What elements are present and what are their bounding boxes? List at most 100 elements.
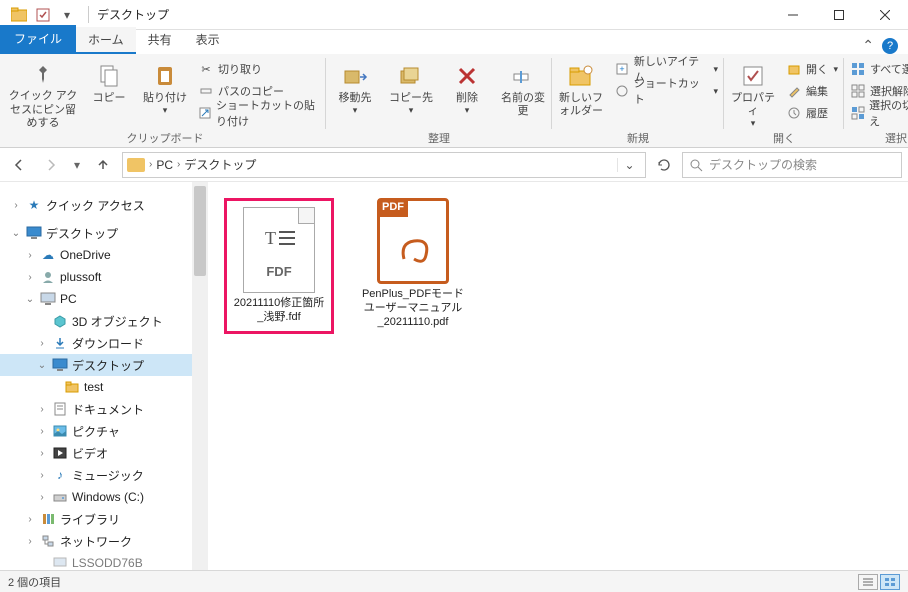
help-icon[interactable]: ? — [882, 38, 898, 54]
rename-button[interactable]: 名前の変更 — [496, 58, 550, 130]
nav-library[interactable]: ›ライブラリ — [0, 508, 208, 530]
paste-shortcut-button[interactable]: ショートカットの貼り付け — [194, 102, 324, 124]
minimize-button[interactable] — [770, 0, 816, 30]
nav-pictures[interactable]: ›ピクチャ — [0, 420, 208, 442]
pictures-icon — [52, 423, 68, 439]
nav-test[interactable]: test — [0, 376, 208, 398]
star-icon: ★ — [26, 197, 42, 213]
nav-music[interactable]: ›♪ミュージック — [0, 464, 208, 486]
maximize-button[interactable] — [816, 0, 862, 30]
video-icon — [52, 445, 68, 461]
tab-home[interactable]: ホーム — [76, 27, 136, 54]
invert-selection-icon — [850, 105, 865, 121]
drive-icon — [52, 489, 68, 505]
recent-button[interactable]: ▾ — [70, 152, 84, 178]
copy-icon — [95, 62, 123, 90]
folder-icon — [127, 158, 145, 172]
select-all-button[interactable]: すべて選択 — [846, 58, 908, 80]
nav-onedrive[interactable]: ›☁OneDrive — [0, 244, 208, 266]
ribbon-group-clipboard: クイック アクセスにピン留めする コピー 貼り付け▾ ✂切り取り パスのコピー … — [0, 54, 326, 147]
cut-button[interactable]: ✂切り取り — [194, 58, 306, 80]
pin-icon — [29, 62, 57, 88]
back-button[interactable] — [6, 152, 32, 178]
view-details-button[interactable] — [858, 574, 878, 590]
easy-access-button[interactable]: ショートカット▾ — [610, 80, 722, 102]
breadcrumb-pc[interactable]: PC — [156, 158, 173, 172]
music-icon: ♪ — [52, 467, 68, 483]
status-bar: 2 個の項目 — [0, 570, 908, 592]
refresh-button[interactable] — [652, 157, 676, 173]
nav-pc[interactable]: ⌄PC — [0, 288, 208, 310]
svg-text:T: T — [265, 228, 276, 248]
pc-icon — [52, 555, 68, 570]
delete-button[interactable]: 削除▾ — [440, 58, 494, 130]
nav-scrollbar[interactable] — [192, 182, 208, 570]
invert-selection-button[interactable]: 選択の切り替え — [846, 102, 908, 124]
copy-button[interactable]: コピー — [82, 58, 136, 130]
file-item-pdf[interactable]: PDF PenPlus_PDFモードユーザーマニュアル_20211110.pdf — [358, 198, 468, 329]
nav-downloads[interactable]: ›ダウンロード — [0, 332, 208, 354]
nav-documents[interactable]: ›ドキュメント — [0, 398, 208, 420]
ribbon: クイック アクセスにピン留めする コピー 貼り付け▾ ✂切り取り パスのコピー … — [0, 54, 908, 148]
chevron-right-icon[interactable]: › — [177, 159, 180, 170]
history-icon — [786, 105, 802, 121]
copy-to-icon — [397, 62, 425, 90]
ribbon-group-select: すべて選択 選択解除 選択の切り替え 選択 — [844, 54, 908, 147]
nav-plussoft[interactable]: ›plussoft — [0, 266, 208, 288]
search-placeholder: デスクトップの検索 — [709, 156, 817, 173]
new-folder-button[interactable]: 新しいフォルダー — [554, 58, 608, 130]
ribbon-group-new: 新しいフォルダー +新しいアイテム▾ ショートカット▾ 新規 — [552, 54, 724, 147]
fdf-file-icon: T FDF — [243, 207, 315, 293]
ribbon-group-organize: 移動先▾ コピー先▾ 削除▾ 名前の変更 整理 — [326, 54, 552, 147]
pin-to-quick-access-button[interactable]: クイック アクセスにピン留めする — [6, 58, 80, 130]
tab-share[interactable]: 共有 — [136, 27, 184, 54]
up-button[interactable] — [90, 152, 116, 178]
breadcrumb[interactable]: › PC › デスクトップ ⌄ — [122, 152, 646, 178]
tab-file[interactable]: ファイル — [0, 25, 76, 54]
monitor-icon — [52, 357, 68, 373]
breadcrumb-desktop[interactable]: デスクトップ — [184, 156, 256, 173]
chevron-right-icon[interactable]: › — [149, 159, 152, 170]
select-all-icon — [850, 61, 866, 77]
history-button[interactable]: 履歴 — [782, 102, 842, 124]
file-name: PenPlus_PDFモードユーザーマニュアル_20211110.pdf — [358, 288, 468, 329]
nav-desktop-top[interactable]: ⌄デスクトップ — [0, 222, 208, 244]
ribbon-collapse-icon[interactable]: ⌃ — [862, 37, 874, 54]
search-input[interactable]: デスクトップの検索 — [682, 152, 902, 178]
nav-windows-c[interactable]: ›Windows (C:) — [0, 486, 208, 508]
properties-button[interactable]: プロパティ▾ — [726, 58, 780, 130]
new-folder-icon — [567, 62, 595, 90]
copy-path-icon — [198, 83, 214, 99]
nav-quick-access[interactable]: ›★クイック アクセス — [0, 194, 208, 216]
qat-properties-icon[interactable] — [32, 4, 54, 26]
file-item-fdf[interactable]: T FDF 20211110修正箇所_浅野.fdf — [224, 198, 334, 334]
copy-to-button[interactable]: コピー先▾ — [384, 58, 438, 130]
file-name: 20211110修正箇所_浅野.fdf — [233, 297, 325, 325]
rename-icon — [509, 62, 537, 90]
file-list[interactable]: T FDF 20211110修正箇所_浅野.fdf PDF PenPlus_PD… — [208, 182, 908, 570]
breadcrumb-dropdown[interactable]: ⌄ — [617, 158, 641, 172]
cloud-icon: ☁ — [40, 247, 56, 263]
3d-icon — [52, 313, 68, 329]
nav-desktop[interactable]: ⌄デスクトップ — [0, 354, 208, 376]
paste-button[interactable]: 貼り付け▾ — [138, 58, 192, 130]
move-to-icon — [341, 62, 369, 90]
svg-text:+: + — [619, 64, 624, 74]
close-button[interactable] — [862, 0, 908, 30]
explorer-icon — [8, 4, 30, 26]
qat-dropdown-icon[interactable]: ▾ — [56, 4, 78, 26]
nav-3d-objects[interactable]: 3D オブジェクト — [0, 310, 208, 332]
nav-network[interactable]: ›ネットワーク — [0, 530, 208, 552]
move-to-button[interactable]: 移動先▾ — [328, 58, 382, 130]
view-large-icons-button[interactable] — [880, 574, 900, 590]
scrollbar-thumb[interactable] — [194, 186, 206, 276]
open-button[interactable]: 開く▾ — [782, 58, 842, 80]
pdf-file-icon: PDF — [377, 198, 449, 284]
nav-truncated[interactable]: LSSODD76B — [0, 552, 208, 570]
group-label-clipboard: クリップボード — [127, 131, 204, 147]
tab-view[interactable]: 表示 — [184, 27, 232, 54]
forward-button[interactable] — [38, 152, 64, 178]
edit-button[interactable]: 編集 — [782, 80, 842, 102]
nav-videos[interactable]: ›ビデオ — [0, 442, 208, 464]
delete-icon — [453, 62, 481, 90]
